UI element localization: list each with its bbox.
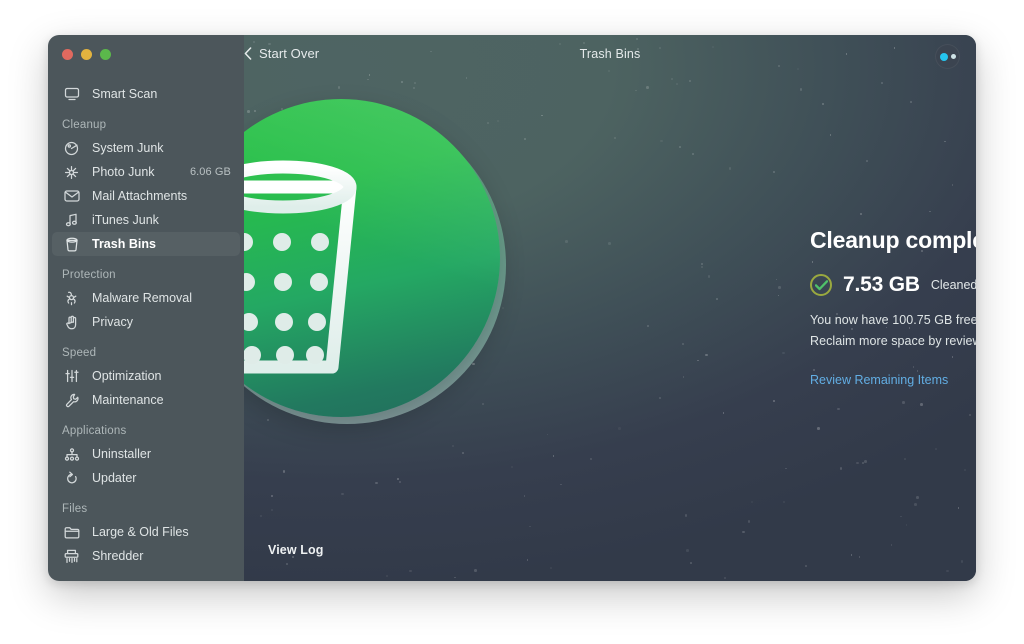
photo-junk-icon — [62, 164, 81, 180]
sidebar-section-cleanup: Cleanup — [62, 119, 107, 131]
reclaim-line: Reclaim more space by reviewing remainin… — [810, 334, 976, 348]
view-log-button[interactable]: View Log — [268, 543, 323, 557]
folder-icon — [62, 524, 81, 540]
sidebar-item-shredder[interactable]: Shredder — [48, 544, 244, 568]
sidebar-item-malware-removal[interactable]: Malware Removal — [48, 286, 244, 310]
avatar-dot-primary — [939, 52, 948, 61]
minimize-button[interactable] — [81, 49, 92, 60]
app-window: Smart Scan Cleanup System Junk Photo Junk 6.… — [48, 35, 976, 581]
sidebar-item-trash-bins[interactable]: Trash Bins — [52, 232, 240, 256]
sidebar-item-label: Large & Old Files — [92, 525, 189, 539]
sidebar-item-itunes-junk[interactable]: iTunes Junk — [48, 208, 244, 232]
sidebar-item-label: Malware Removal — [92, 291, 193, 305]
sidebar-item-uninstaller[interactable]: Uninstaller — [48, 442, 244, 466]
monitor-icon — [62, 86, 81, 102]
sidebar-item-label: Shredder — [92, 549, 144, 563]
sidebar-item-photo-junk[interactable]: Photo Junk 6.06 GB — [48, 160, 244, 184]
sidebar-section-speed: Speed — [62, 347, 97, 359]
sidebar-item-updater[interactable]: Updater — [48, 466, 244, 490]
sidebar: Smart Scan Cleanup System Junk Photo Junk 6.… — [48, 35, 244, 581]
refresh-arrow-icon — [62, 470, 81, 486]
music-note-icon — [62, 212, 81, 228]
sidebar-item-label: Photo Junk — [92, 165, 155, 179]
title-bar: CleanMyMac X Start Over Trash Bins — [244, 35, 976, 72]
free-space-line: You now have 100.75 GB free on your star… — [810, 313, 976, 327]
biohazard-icon — [62, 290, 81, 306]
sidebar-item-label: Updater — [92, 471, 137, 485]
hand-icon — [62, 314, 81, 330]
sliders-icon — [62, 368, 81, 384]
system-junk-icon — [62, 140, 81, 156]
checkmark-icon — [814, 279, 828, 290]
review-remaining-items-link[interactable]: Review Remaining Items — [810, 373, 948, 387]
sidebar-section-files: Files — [62, 503, 88, 515]
shredder-icon — [62, 548, 81, 564]
start-over-button[interactable]: Start Over — [244, 35, 319, 72]
avatar[interactable] — [935, 44, 960, 69]
sidebar-item-system-junk[interactable]: System Junk — [48, 136, 244, 160]
sidebar-item-label: Maintenance — [92, 393, 164, 407]
cleaned-stat: 7.53 GB Cleaned — [810, 273, 976, 297]
check-circle-icon — [810, 274, 832, 296]
cleaned-label: Cleaned — [930, 278, 976, 292]
uninstaller-icon — [62, 446, 81, 462]
chevron-left-icon — [244, 47, 252, 60]
sidebar-section-protection: Protection — [62, 269, 116, 281]
sidebar-item-large-old-files[interactable]: Large & Old Files — [48, 520, 244, 544]
sidebar-item-optimization[interactable]: Optimization — [48, 364, 244, 388]
sidebar-item-label: Privacy — [92, 315, 133, 329]
start-over-label: Start Over — [259, 46, 320, 61]
wrench-icon — [62, 392, 81, 408]
trash-can-glyph — [244, 160, 357, 374]
sidebar-item-size: 6.06 GB — [189, 166, 231, 178]
page-title: Trash Bins — [579, 46, 641, 61]
sidebar-item-smart-scan[interactable]: Smart Scan — [48, 82, 244, 106]
zoom-button[interactable] — [100, 49, 111, 60]
sidebar-item-label: System Junk — [92, 141, 164, 155]
sidebar-item-label: iTunes Junk — [92, 213, 159, 227]
avatar-dot-secondary — [950, 54, 956, 59]
trash-icon — [62, 236, 81, 252]
result-heading: Cleanup complete — [810, 227, 976, 253]
content-area: CleanMyMac X Start Over Trash Bins Clean… — [244, 35, 976, 581]
sidebar-nav: Smart Scan Cleanup System Junk Photo Junk 6.… — [48, 72, 244, 568]
sidebar-item-label: Mail Attachments — [92, 189, 188, 203]
result-panel: Cleanup complete 7.53 GB Cleaned You now… — [810, 227, 976, 389]
window-controls — [62, 49, 111, 60]
envelope-icon — [62, 188, 81, 204]
sidebar-item-label: Smart Scan — [92, 87, 158, 101]
sidebar-item-label: Uninstaller — [92, 447, 152, 461]
sidebar-item-maintenance[interactable]: Maintenance — [48, 388, 244, 412]
sidebar-item-label: Optimization — [92, 369, 162, 383]
sidebar-item-privacy[interactable]: Privacy — [48, 310, 244, 334]
sidebar-item-label: Trash Bins — [92, 237, 156, 251]
trash-bin-illustration — [244, 99, 506, 424]
close-button[interactable] — [62, 49, 73, 60]
cleaned-amount: 7.53 GB — [843, 273, 920, 296]
sidebar-item-mail-attachments[interactable]: Mail Attachments — [48, 184, 244, 208]
sidebar-section-applications: Applications — [62, 425, 127, 437]
